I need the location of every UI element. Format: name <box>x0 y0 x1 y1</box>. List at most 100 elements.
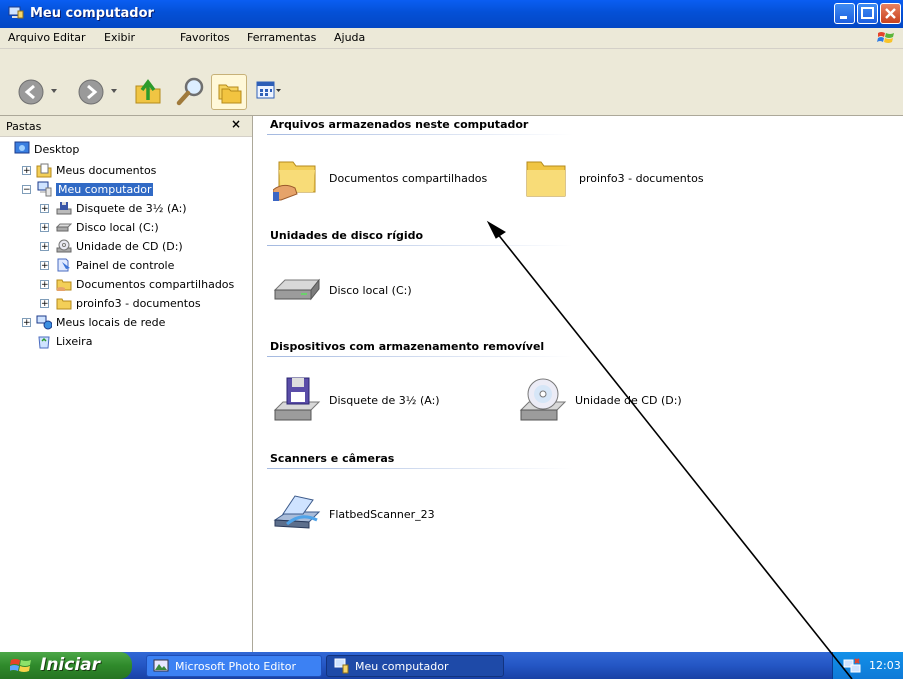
group-title-removivel: Dispositivos com armazenamento removível <box>270 340 545 353</box>
tree-label: Meus documentos <box>56 163 157 177</box>
item-disquete[interactable]: Disquete de 3½ (A:) <box>273 376 440 424</box>
tree-item-desktop[interactable]: Desktop <box>14 140 79 158</box>
my-documents-icon <box>36 163 52 178</box>
tree-item-meus-documentos[interactable]: Meus documentos <box>36 161 156 179</box>
my-computer-icon <box>8 6 24 19</box>
menu-bar: Arquivo Editar Exibir Favoritos Ferramen… <box>0 28 903 49</box>
tree-item-documentos-compartilhados[interactable]: Documentos compartilhados <box>56 275 234 293</box>
hard-disk-icon <box>56 223 72 232</box>
taskbar-item-label: Meu computador <box>355 659 449 673</box>
start-button[interactable]: Iniciar <box>0 652 132 679</box>
tree-item-proinfo3[interactable]: proinfo3 - documentos <box>56 294 201 312</box>
group-title-arquivos: Arquivos armazenados neste computador <box>270 118 529 131</box>
folders-button[interactable] <box>211 74 247 110</box>
group-divider <box>267 245 573 246</box>
back-arrow-icon[interactable] <box>18 79 44 105</box>
item-label: FlatbedScanner_23 <box>329 507 435 521</box>
menu-favoritos[interactable]: Favoritos <box>180 31 230 44</box>
floppy-drive-icon <box>273 377 321 421</box>
maximize-button[interactable] <box>857 3 878 24</box>
item-label: Documentos compartilhados <box>329 171 488 185</box>
my-computer-icon <box>37 181 52 197</box>
group-divider <box>267 468 573 469</box>
folder-icon <box>56 298 72 310</box>
desktop-icon <box>14 141 30 154</box>
up-folder-icon[interactable] <box>133 76 163 106</box>
tree-label: Desktop <box>34 142 80 156</box>
menu-ferramentas[interactable]: Ferramentas <box>247 31 316 44</box>
cd-drive-icon <box>519 378 567 421</box>
search-icon[interactable] <box>175 75 207 107</box>
tree-label: Documentos compartilhados <box>76 277 235 291</box>
tree-item-painel-controle[interactable]: Painel de controle <box>56 256 174 274</box>
tree-expander[interactable]: + <box>40 204 49 214</box>
tree-item-disco-local[interactable]: Disco local (C:) <box>56 218 159 236</box>
photo-editor-icon <box>153 659 169 672</box>
tree-item-lixeira[interactable]: Lixeira <box>36 332 92 350</box>
maximize-icon <box>861 7 874 19</box>
window-title: Meu computador <box>30 6 154 21</box>
item-unidade-cd[interactable]: Unidade de CD (D:) <box>519 376 682 424</box>
tree-expander[interactable]: + <box>22 166 31 176</box>
tree-expander[interactable]: + <box>40 280 49 290</box>
tree-item-unidade-cd[interactable]: Unidade de CD (D:) <box>56 237 183 255</box>
menu-arquivo[interactable]: Arquivo <box>8 31 50 44</box>
folders-pane: Pastas × Desktop + Meus documentos − Meu… <box>0 116 253 652</box>
folders-pane-header: Pastas × <box>0 116 252 137</box>
item-proinfo3-documentos[interactable]: proinfo3 - documentos <box>523 154 704 202</box>
back-dropdown-icon[interactable] <box>50 87 58 95</box>
item-documentos-compartilhados[interactable]: Documentos compartilhados <box>273 154 487 202</box>
views-icon[interactable] <box>256 80 282 102</box>
tree-item-meu-computador[interactable]: Meu computador <box>36 180 154 198</box>
control-panel-icon <box>57 258 70 272</box>
forward-arrow-icon[interactable] <box>78 79 104 105</box>
taskbar: Iniciar Microsoft Photo Editor Meu compu… <box>0 652 903 679</box>
menu-ajuda[interactable]: Ajuda <box>334 31 365 44</box>
tree-item-meus-locais-rede[interactable]: Meus locais de rede <box>36 313 165 331</box>
network-tray-icon[interactable] <box>843 657 861 675</box>
taskbar-item-meu-computador[interactable]: Meu computador <box>326 655 504 677</box>
group-title-discos: Unidades de disco rígido <box>270 229 424 242</box>
item-label: Disquete de 3½ (A:) <box>329 393 440 407</box>
tree-label: Unidade de CD (D:) <box>76 239 183 253</box>
tree-item-disquete[interactable]: Disquete de 3½ (A:) <box>56 199 187 217</box>
tree-expander[interactable]: + <box>40 223 49 233</box>
tree-expander[interactable]: + <box>40 242 49 252</box>
forward-dropdown-icon[interactable] <box>110 87 118 95</box>
network-places-icon <box>36 315 52 330</box>
taskbar-item-label: Microsoft Photo Editor <box>175 659 296 673</box>
clock: 12:03 <box>869 659 901 672</box>
tree-label: Painel de controle <box>76 258 175 272</box>
folders-pane-title: Pastas <box>6 120 42 133</box>
tree-expander[interactable]: + <box>22 318 31 328</box>
windows-logo-icon <box>877 32 894 43</box>
tree-label: Meus locais de rede <box>56 315 166 329</box>
my-computer-icon <box>334 658 349 674</box>
item-flatbed-scanner[interactable]: FlatbedScanner_23 <box>273 490 435 538</box>
close-button[interactable] <box>880 3 901 24</box>
menu-exibir[interactable]: Exibir <box>104 31 135 44</box>
menu-editar[interactable]: Editar <box>53 31 86 44</box>
title-bar[interactable]: Meu computador <box>0 0 903 28</box>
item-label: Unidade de CD (D:) <box>575 393 682 407</box>
minimize-button[interactable] <box>834 3 855 24</box>
floppy-drive-icon <box>56 202 72 215</box>
close-pane-button[interactable]: × <box>231 117 241 131</box>
folders-icon <box>218 84 242 104</box>
tree-label-selected: Meu computador <box>56 182 154 196</box>
close-icon <box>885 8 896 19</box>
toolbar <box>0 49 903 116</box>
taskbar-item-photo-editor[interactable]: Microsoft Photo Editor <box>146 655 322 677</box>
tree-expander[interactable]: + <box>40 299 49 309</box>
tree-label: Lixeira <box>56 334 93 348</box>
group-title-scanners: Scanners e câmeras <box>270 452 395 465</box>
item-label: Disco local (C:) <box>329 283 412 297</box>
tree-expander[interactable]: − <box>22 185 31 195</box>
group-divider <box>267 356 573 357</box>
item-label: proinfo3 - documentos <box>579 171 704 185</box>
hard-disk-icon <box>273 278 321 301</box>
item-disco-local[interactable]: Disco local (C:) <box>273 266 412 314</box>
tree-expander[interactable]: + <box>40 261 49 271</box>
start-label: Iniciar <box>40 655 101 675</box>
shared-folder-icon <box>273 161 316 201</box>
